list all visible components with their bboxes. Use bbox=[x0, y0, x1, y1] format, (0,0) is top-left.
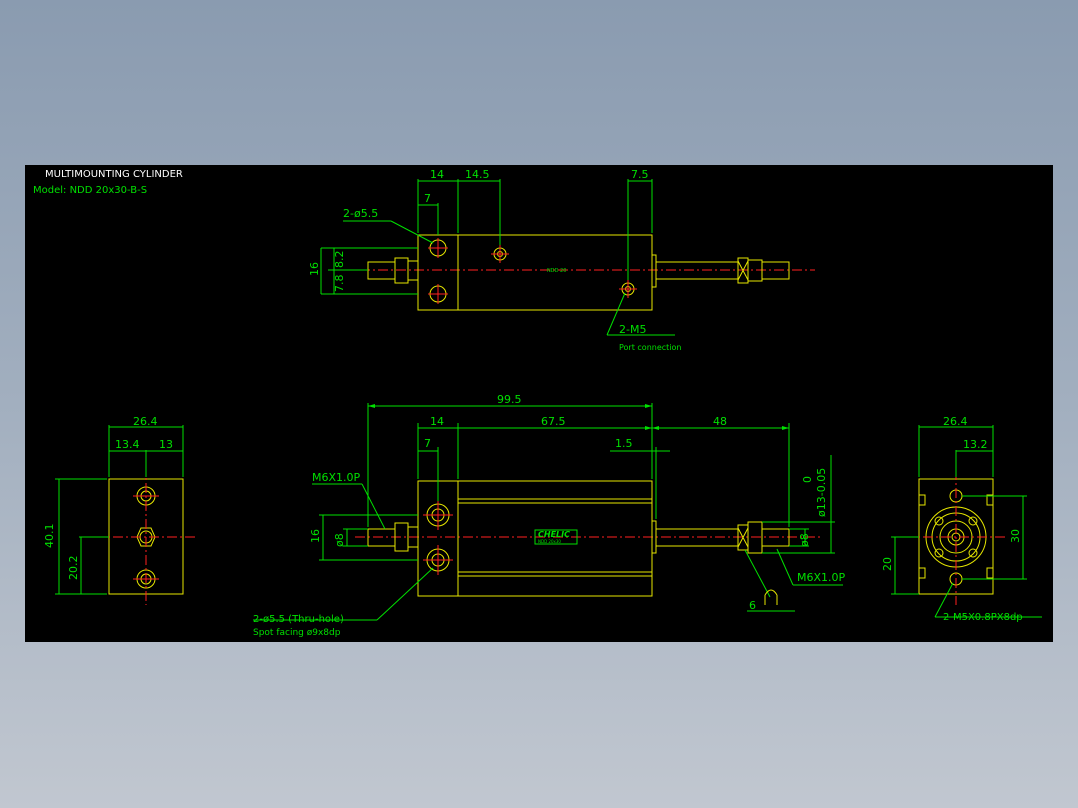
front-dim-99-5: 99.5 bbox=[497, 393, 522, 406]
front-dim-7: 7 bbox=[424, 437, 431, 450]
front-dim-48: 48 bbox=[713, 415, 727, 428]
right-end-view: 26.4 13.2 30 20 2-M5X0.8PX8dp bbox=[881, 415, 1042, 623]
model-label: Model: NDD 20x30-B-S bbox=[33, 185, 147, 196]
top-port-label: 2-M5 bbox=[619, 323, 646, 336]
right-dim-26-4: 26.4 bbox=[943, 415, 968, 428]
front-dim-8: ø8 bbox=[333, 533, 346, 547]
right-dim-13-2: 13.2 bbox=[963, 438, 988, 451]
left-dim-26-4: 26.4 bbox=[133, 415, 158, 428]
top-dim-16: 16 bbox=[308, 262, 321, 276]
front-thread-left: M6X1.0P bbox=[312, 471, 361, 484]
cad-drawing: MULTIMOUNTING CYLINDER Model: NDD 20x30-… bbox=[33, 168, 1042, 638]
right-tap-label: 2-M5X0.8PX8dp bbox=[943, 612, 1023, 623]
top-dim-8-2: 8.2 bbox=[333, 251, 346, 269]
top-dim-14-5: 14.5 bbox=[465, 168, 490, 181]
left-dim-20-2: 20.2 bbox=[67, 556, 80, 581]
front-dim-14: 14 bbox=[430, 415, 444, 428]
top-dim-7: 7 bbox=[424, 192, 431, 205]
top-body-tag: NDD 20 bbox=[547, 268, 566, 274]
front-dim-16: 16 bbox=[309, 529, 322, 543]
drawing-sheet: MULTIMOUNTING CYLINDER Model: NDD 20x30-… bbox=[25, 165, 1053, 642]
front-thread-right: M6X1.0P bbox=[797, 571, 846, 584]
front-spot-facing: Spot facing ø9x8dp bbox=[253, 628, 341, 638]
front-dim-8-right: ø8 bbox=[798, 533, 811, 547]
right-dim-20: 20 bbox=[881, 557, 894, 571]
front-dim-1-5: 1.5 bbox=[615, 437, 633, 450]
top-dim-14: 14 bbox=[430, 168, 444, 181]
front-hole-label: 2-ø5.5 (Thru-hole) bbox=[253, 614, 344, 625]
left-dim-40-1: 40.1 bbox=[43, 524, 56, 549]
front-dim-13-upper: 0 bbox=[801, 476, 814, 483]
top-dim-7-8: 7.8 bbox=[333, 275, 346, 293]
front-dim-13: ø13-0.05 bbox=[815, 468, 828, 517]
right-dim-30: 30 bbox=[1009, 529, 1022, 543]
front-view: CHELIC NDD 20x30 99.5 14 67.5 48 7 1.5 1… bbox=[253, 393, 846, 638]
left-dim-13: 13 bbox=[159, 438, 173, 451]
top-port-note: Port connection bbox=[619, 343, 681, 352]
top-view: NDD 20 14 14.5 7.5 7 2-ø5.5 16 8.2 7.8 2… bbox=[308, 168, 815, 352]
front-logo: CHELIC bbox=[538, 530, 570, 539]
drawing-title: MULTIMOUNTING CYLINDER bbox=[45, 169, 183, 180]
top-hole-label: 2-ø5.5 bbox=[343, 207, 378, 220]
left-end-view: 26.4 13.4 13 40.1 20.2 bbox=[43, 415, 195, 605]
top-dim-7-5: 7.5 bbox=[631, 168, 649, 181]
front-dim-6: 6 bbox=[749, 599, 756, 612]
front-logo-sub: NDD 20x30 bbox=[538, 539, 561, 544]
front-dim-67-5: 67.5 bbox=[541, 415, 566, 428]
left-dim-13-4: 13.4 bbox=[115, 438, 140, 451]
